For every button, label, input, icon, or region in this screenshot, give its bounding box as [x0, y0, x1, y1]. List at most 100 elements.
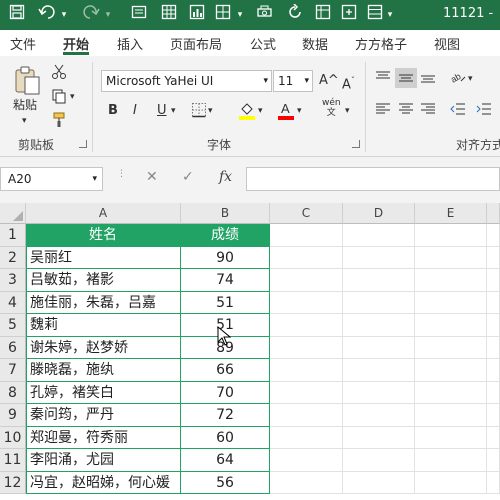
empty-cell[interactable]	[343, 404, 415, 427]
empty-cell[interactable]	[487, 314, 500, 337]
name-cell[interactable]: 谢朱婷，赵梦娇	[26, 336, 181, 359]
empty-cell[interactable]	[415, 269, 487, 292]
align-center-icon[interactable]	[398, 102, 414, 121]
grid-icon[interactable]	[364, 4, 386, 26]
form-icon[interactable]	[128, 4, 150, 26]
empty-cell[interactable]	[487, 471, 500, 494]
name-cell[interactable]: 施佳丽，朱磊，吕嘉	[26, 291, 181, 314]
empty-cell[interactable]	[343, 291, 415, 314]
empty-cell[interactable]	[343, 449, 415, 472]
empty-cell[interactable]	[270, 314, 343, 337]
font-color-icon[interactable]: A	[277, 100, 295, 125]
row-header[interactable]: 8	[0, 381, 26, 404]
undo-dropdown-icon[interactable]: ▾	[58, 4, 70, 26]
score-cell[interactable]: 66	[181, 359, 270, 382]
empty-cell[interactable]	[415, 224, 487, 247]
tab-data[interactable]: 数据	[302, 34, 328, 53]
name-cell[interactable]: 孔婷，褚笑白	[26, 381, 181, 404]
fill-color-icon[interactable]	[238, 100, 256, 125]
decrease-indent-icon[interactable]	[450, 102, 466, 121]
print-preview-icon[interactable]	[254, 4, 276, 26]
score-cell[interactable]: 64	[181, 449, 270, 472]
name-cell[interactable]: 滕晓磊，施纨	[26, 359, 181, 382]
column-header-c[interactable]: C	[270, 203, 343, 224]
score-cell[interactable]: 60	[181, 426, 270, 449]
row-header[interactable]: 5	[0, 314, 26, 337]
empty-cell[interactable]	[415, 336, 487, 359]
table-header-score[interactable]: 成绩	[181, 224, 270, 247]
empty-cell[interactable]	[270, 359, 343, 382]
dropdown-icon[interactable]: ▾	[234, 4, 246, 26]
dropdown-icon[interactable]: ▾	[384, 4, 396, 26]
empty-cell[interactable]	[343, 224, 415, 247]
borders-icon[interactable]	[191, 102, 207, 123]
empty-cell[interactable]	[415, 426, 487, 449]
insert-function-button[interactable]: fx	[219, 169, 232, 185]
score-cell[interactable]: 90	[181, 246, 270, 269]
phonetic-dropdown-icon[interactable]: ▾	[345, 102, 350, 120]
empty-cell[interactable]	[487, 269, 500, 292]
redo-icon[interactable]	[284, 3, 306, 26]
column-header-e[interactable]: E	[415, 203, 487, 224]
format-painter-icon[interactable]	[51, 112, 67, 133]
empty-cell[interactable]	[415, 449, 487, 472]
tab-home[interactable]: 开始	[63, 34, 89, 53]
increase-indent-icon[interactable]	[476, 102, 492, 121]
name-cell[interactable]: 郑迎曼，符秀丽	[26, 426, 181, 449]
phonetic-icon[interactable]: wén 文	[322, 98, 341, 118]
name-cell[interactable]: 李阳涌，尤园	[26, 449, 181, 472]
score-cell[interactable]: 72	[181, 404, 270, 427]
tab-file[interactable]: 文件	[10, 34, 36, 53]
column-header-a[interactable]: A	[26, 203, 181, 224]
empty-cell[interactable]	[487, 359, 500, 382]
empty-cell[interactable]	[487, 449, 500, 472]
cut-icon[interactable]	[51, 64, 67, 85]
italic-button[interactable]: I	[133, 102, 137, 120]
align-top-icon[interactable]	[375, 70, 391, 89]
column-header-d[interactable]: D	[343, 203, 415, 224]
row-header[interactable]: 9	[0, 404, 26, 427]
empty-cell[interactable]	[415, 471, 487, 494]
empty-cell[interactable]	[343, 336, 415, 359]
row-header[interactable]: 4	[0, 291, 26, 314]
row-header[interactable]: 6	[0, 336, 26, 359]
row-header[interactable]: 7	[0, 359, 26, 382]
tab-fangfang[interactable]: 方方格子	[355, 34, 407, 53]
cancel-icon[interactable]: ✕	[146, 169, 158, 185]
empty-cell[interactable]	[487, 381, 500, 404]
redo-icon[interactable]	[80, 4, 102, 26]
empty-cell[interactable]	[415, 359, 487, 382]
font-color-dropdown-icon[interactable]: ▾	[297, 102, 302, 120]
row-header[interactable]: 3	[0, 269, 26, 292]
underline-dropdown-icon[interactable]: ▾	[171, 102, 176, 120]
score-cell[interactable]: 70	[181, 381, 270, 404]
empty-cell[interactable]	[270, 381, 343, 404]
empty-cell[interactable]	[415, 291, 487, 314]
score-cell[interactable]: 74	[181, 269, 270, 292]
borders-dropdown-icon[interactable]: ▾	[208, 102, 213, 120]
score-cell[interactable]: 56	[181, 471, 270, 494]
row-header[interactable]: 1	[0, 224, 26, 247]
empty-cell[interactable]	[343, 269, 415, 292]
empty-cell[interactable]	[343, 246, 415, 269]
copy-dropdown-icon[interactable]: ▾	[70, 88, 75, 106]
empty-cell[interactable]	[270, 426, 343, 449]
empty-cell[interactable]	[270, 246, 343, 269]
undo-icon[interactable]	[36, 4, 58, 26]
table-header-name[interactable]: 姓名	[26, 224, 181, 247]
empty-cell[interactable]	[270, 449, 343, 472]
font-launcher-icon[interactable]	[352, 140, 360, 148]
name-cell[interactable]: 冯宜，赵昭娣，何心媛	[26, 471, 181, 494]
grid-icon[interactable]	[212, 4, 234, 26]
formula-input[interactable]	[246, 167, 500, 191]
column-header-f[interactable]	[487, 203, 500, 224]
grow-font-button[interactable]: A^	[319, 72, 339, 90]
table-icon[interactable]	[158, 4, 180, 26]
empty-cell[interactable]	[270, 471, 343, 494]
save-icon[interactable]	[6, 4, 28, 26]
name-box[interactable]: A20 ▾	[0, 167, 103, 191]
align-middle-icon[interactable]	[395, 68, 417, 88]
empty-cell[interactable]	[343, 359, 415, 382]
align-bottom-icon[interactable]	[420, 70, 436, 89]
underline-button[interactable]: U	[157, 102, 167, 120]
